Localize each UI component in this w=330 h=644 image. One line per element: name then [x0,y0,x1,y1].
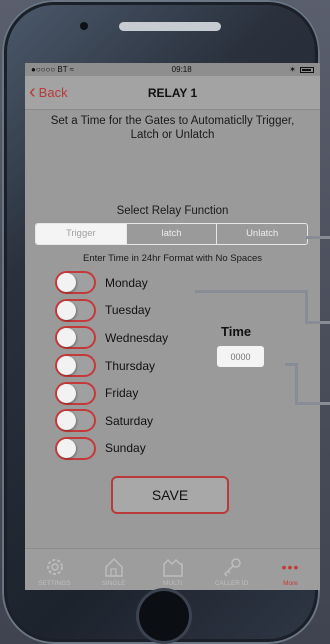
save-button[interactable]: SAVE [111,476,229,514]
tab-single[interactable]: SINGLE [84,549,143,590]
format-hint: Enter Time in 24hr Format with No Spaces [83,253,262,264]
screen: ●○○○○ BT ≈ 09:18 ✶ ‹ Back RELAY 1 Set a … [25,63,320,590]
segment-latch[interactable]: latch [125,224,217,244]
day-label: Friday [105,386,139,401]
tab-bar: SETTINGS SINGLE MULTI CALLER ID ••• More [25,548,320,590]
bluetooth-icon: ✶ [289,65,296,74]
key-icon [223,558,241,577]
callout-line-time-end [295,402,330,405]
navigation-bar: ‹ Back RELAY 1 [25,76,320,110]
clock: 09:18 [171,65,192,74]
chevron-left-icon: ‹ [29,81,36,103]
battery-icon [300,66,314,73]
page-title: RELAY 1 [147,85,198,100]
toggle-saturday[interactable] [55,409,96,433]
speaker-grille [119,22,221,31]
callout-line-time-vert [295,363,298,405]
callout-line-toggles-vert [305,290,308,324]
tab-label: SINGLE [101,580,126,587]
toggle-friday[interactable] [55,381,96,405]
toggle-knob [57,411,76,431]
toggle-knob [57,300,76,320]
day-label: Thursday [105,358,156,373]
segment-trigger[interactable]: Trigger [36,224,126,244]
toggle-tuesday[interactable] [55,298,96,322]
back-label: Back [38,84,68,100]
callout-line-toggles-end [305,321,330,324]
back-button[interactable]: ‹ Back [29,81,68,103]
day-row-monday: Monday [55,269,168,297]
day-row-wednesday: Wednesday [55,324,168,352]
callout-line-toggles [195,290,307,293]
day-row-friday: Friday [55,379,168,407]
more-dots-icon: ••• [281,559,300,575]
toggle-wednesday[interactable] [55,326,96,350]
relay-function-selector: Trigger latch Unlatch [35,223,308,245]
segment-unlatch[interactable]: Unlatch [216,224,307,244]
time-input[interactable] [217,346,264,367]
callout-line-selector [306,236,330,239]
toggle-thursday[interactable] [55,354,96,378]
day-row-thursday: Thursday [55,352,168,380]
home-button[interactable] [139,591,189,641]
building-icon [162,558,183,577]
day-label: Tuesday [105,303,151,318]
relay-function-label: Select Relay Function [116,205,229,217]
tab-multi[interactable]: MULTI [143,549,202,590]
instruction-text: Set a Time for the Gates to Automaticlly… [50,115,295,141]
tab-label: CALLER ID [214,580,249,587]
tab-label: More [283,580,298,587]
status-icons: ✶ [289,65,314,74]
tab-settings[interactable]: SETTINGS [25,549,84,590]
toggle-knob [57,356,76,376]
day-label: Sunday [105,441,146,456]
tab-more[interactable]: ••• More [261,549,320,590]
toggle-monday[interactable] [55,271,96,295]
day-row-saturday: Saturday [55,407,168,435]
carrier-label: ●○○○○ BT ≈ [31,65,75,74]
phone-frame: ●○○○○ BT ≈ 09:18 ✶ ‹ Back RELAY 1 Set a … [2,0,320,644]
status-bar: ●○○○○ BT ≈ 09:18 ✶ [25,63,320,76]
tab-caller-id[interactable]: CALLER ID [202,549,261,590]
toggle-knob [57,273,76,293]
time-label: Time [221,324,252,339]
camera-icon [80,22,88,30]
tab-label: SETTINGS [38,580,71,587]
toggle-knob [57,383,76,403]
day-label: Saturday [105,413,154,428]
house-icon [104,557,123,577]
day-label: Monday [105,275,148,290]
toggle-sunday[interactable] [55,436,96,460]
day-label: Wednesday [105,330,169,345]
tab-label: MULTI [162,580,183,587]
day-row-tuesday: Tuesday [55,297,168,325]
gear-icon [46,559,63,575]
toggle-knob [57,328,76,348]
toggle-knob [57,438,76,458]
day-row-sunday: Sunday [55,435,168,463]
day-toggle-list: Monday Tuesday Wednesday Thursday Friday… [55,269,168,462]
